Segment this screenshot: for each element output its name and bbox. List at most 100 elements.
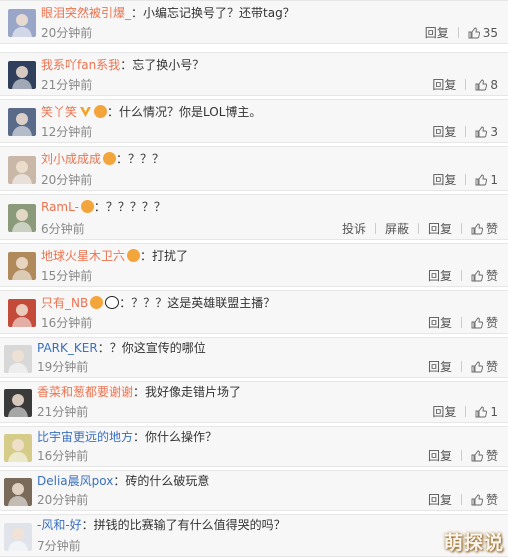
action-divider — [460, 223, 462, 234]
reply-button[interactable]: 回复 — [428, 222, 452, 237]
avatar[interactable] — [8, 108, 36, 136]
cartoon-avatar-icon — [4, 389, 32, 417]
action-divider — [465, 126, 467, 137]
comment-line: 香菜和葱都要谢谢：我好像走错片场了 — [37, 385, 241, 400]
username-link[interactable]: 我系吖fan系我 — [41, 58, 120, 72]
username-link[interactable]: 比宇宙更远的地方 — [37, 430, 133, 444]
like-button[interactable]: 赞 — [471, 493, 498, 508]
username-link[interactable]: 香菜和葱都要谢谢 — [37, 385, 133, 399]
reply-button[interactable]: 回复 — [428, 360, 452, 375]
like-count: 赞 — [485, 316, 498, 330]
comment-line: 地球火星木卫六 ：打扰了 — [41, 249, 188, 264]
action-divider — [465, 79, 467, 90]
comment-timestamp: 6分钟前 — [41, 222, 85, 236]
comment-row: RamL- ：？？？？？ 6分钟前 投诉 屏蔽 回复 赞 — [0, 194, 508, 240]
emoji-icon — [94, 105, 108, 118]
emoji-icon — [90, 296, 104, 309]
username-link[interactable]: Delia晨风pox — [37, 474, 113, 488]
comment-text: ：？？？这是英雄联盟主播？ — [119, 296, 276, 310]
avatar[interactable] — [4, 434, 32, 462]
comment-row: 香菜和葱都要谢谢：我好像走错片场了 21分钟前 回复 1 — [0, 381, 508, 423]
comment-timestamp: 12分钟前 — [41, 125, 93, 139]
reply-button[interactable]: 回复 — [425, 26, 449, 41]
thumbs-up-icon — [475, 406, 488, 418]
avatar[interactable] — [8, 61, 36, 89]
anime-avatar-icon — [4, 523, 32, 551]
reply-button[interactable]: 回复 — [432, 173, 456, 188]
like-button[interactable]: 35 — [468, 26, 498, 41]
cartoon-avatar-icon — [4, 345, 32, 373]
avatar[interactable] — [4, 345, 32, 373]
like-button[interactable]: 3 — [475, 125, 498, 140]
username-link[interactable]: 地球火星木卫六 — [41, 249, 125, 263]
comment-timestamp: 7分钟前 — [37, 539, 81, 553]
report-button[interactable]: 投诉 — [342, 222, 366, 237]
reply-button[interactable]: 回复 — [428, 269, 452, 284]
comment-row: 笑丫笑 ：什么情况？你是LOL博主。 12分钟前 回复 3 — [0, 99, 508, 143]
comment-actions: 回复 赞 — [428, 269, 498, 284]
like-button[interactable]: 赞 — [471, 449, 498, 464]
action-divider — [465, 174, 467, 185]
reply-button[interactable]: 回复 — [428, 493, 452, 508]
comment-row: 刘小成成成 ：？？？ 20分钟前 回复 1 — [0, 146, 508, 191]
thumbs-up-icon — [475, 79, 488, 91]
comment-text: ：打扰了 — [140, 249, 189, 263]
username-link[interactable]: 眼泪突然被引爆_ — [41, 6, 131, 20]
avatar[interactable] — [8, 299, 36, 327]
avatar[interactable] — [4, 523, 32, 551]
thumbs-up-icon — [475, 126, 488, 138]
reply-button[interactable]: 回复 — [428, 316, 452, 331]
like-button[interactable]: 赞 — [471, 316, 498, 331]
comment-text: ：什么情况？你是LOL博主。 — [107, 105, 262, 119]
like-button[interactable]: 1 — [475, 173, 498, 188]
photo-avatar-icon — [4, 478, 32, 506]
username-link[interactable]: RamL- — [41, 200, 79, 214]
avatar[interactable] — [4, 389, 32, 417]
comment-line: 眼泪突然被引爆_：小编忘记换号了？还带tag？ — [41, 6, 295, 21]
thumbs-up-icon — [471, 494, 484, 506]
username-link[interactable]: 只有_NB — [41, 296, 88, 310]
like-count: 1 — [490, 173, 498, 187]
comment-row: -风和-好：拼钱的比赛输了有什么值得哭的吗？ 7分钟前 — [0, 514, 508, 557]
anime-avatar-icon — [8, 108, 36, 136]
avatar[interactable] — [8, 9, 36, 37]
avatar[interactable] — [8, 156, 36, 184]
action-divider — [465, 406, 467, 417]
comment-row: 只有_NB ：？？？这是英雄联盟主播？ 16分钟前 回复 赞 — [0, 290, 508, 334]
photo-avatar-icon — [8, 204, 36, 232]
username-link[interactable]: 笑丫笑 — [41, 105, 77, 119]
crest-avatar-icon — [8, 61, 36, 89]
avatar[interactable] — [8, 204, 36, 232]
thumbs-up-icon — [475, 174, 488, 186]
like-count: 赞 — [485, 222, 498, 236]
like-button[interactable]: 赞 — [471, 360, 498, 375]
like-button[interactable]: 赞 — [471, 269, 498, 284]
reply-button[interactable]: 回复 — [432, 125, 456, 140]
action-divider — [417, 223, 419, 234]
like-count: 赞 — [485, 269, 498, 283]
username-link[interactable]: -风和-好 — [37, 518, 82, 532]
comment-text: ：拼钱的比赛输了有什么值得哭的吗？ — [81, 518, 286, 532]
reply-button[interactable]: 回复 — [432, 78, 456, 93]
thumbs-up-icon — [471, 361, 484, 373]
avatar[interactable] — [4, 478, 32, 506]
comment-row: 地球火星木卫六 ：打扰了 15分钟前 回复 赞 — [0, 243, 508, 287]
username-link[interactable]: 刘小成成成 — [41, 152, 101, 166]
like-button[interactable]: 8 — [475, 78, 498, 93]
comment-actions: 回复 赞 — [428, 493, 498, 508]
username-link[interactable]: PARK_KER — [37, 341, 98, 355]
reply-button[interactable]: 回复 — [428, 449, 452, 464]
reply-button[interactable]: 回复 — [432, 405, 456, 420]
action-divider — [460, 317, 462, 328]
comment-row: 比宇宙更远的地方：你什么操作？ 16分钟前 回复 赞 — [0, 426, 508, 467]
block-button[interactable]: 屏蔽 — [385, 222, 409, 237]
comment-timestamp: 19分钟前 — [37, 360, 89, 374]
action-divider — [460, 450, 462, 461]
comment-timestamp: 20分钟前 — [41, 26, 93, 40]
thumbs-up-icon — [468, 27, 480, 39]
avatar[interactable] — [8, 252, 36, 280]
comment-line: -风和-好：拼钱的比赛输了有什么值得哭的吗？ — [37, 518, 286, 533]
like-button[interactable]: 赞 — [471, 222, 498, 237]
comment-text: ：砖的什么破玩意 — [113, 474, 210, 488]
like-button[interactable]: 1 — [475, 405, 498, 420]
